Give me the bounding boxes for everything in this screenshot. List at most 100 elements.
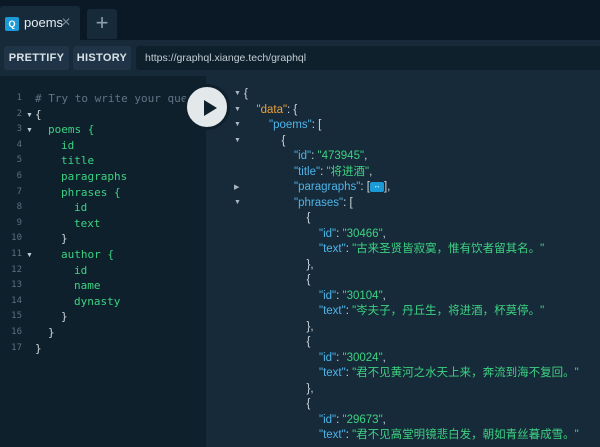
json-key: "text" xyxy=(319,429,346,441)
graphql-tab-icon: Q xyxy=(5,17,19,31)
query-line-text: id xyxy=(61,138,75,152)
expand-ellipsis-icon[interactable]: ↔ xyxy=(369,181,384,192)
fold-toggle-icon[interactable]: ▼ xyxy=(26,127,33,134)
json-punctuation: , xyxy=(382,289,386,302)
json-string: "30024" xyxy=(342,351,383,364)
query-line-text: id xyxy=(74,201,88,215)
toolbar: PRETTIFY HISTORY https://graphql.xiange.… xyxy=(0,40,600,76)
json-punctuation: , xyxy=(369,165,373,178)
result-line: "text": "岑夫子，丹丘生，将进酒，杯莫停。" xyxy=(319,303,544,319)
line-number: 8 xyxy=(16,202,22,213)
query-line-text: phrases { xyxy=(61,185,121,199)
query-line-text: } xyxy=(35,341,42,355)
json-punctuation: { xyxy=(306,398,311,410)
json-key: "id" xyxy=(319,413,337,426)
result-line: }, xyxy=(307,257,314,273)
json-string: "30104" xyxy=(342,289,383,302)
history-button[interactable]: HISTORY xyxy=(73,46,131,70)
json-key: "text" xyxy=(319,367,346,379)
endpoint-url-input[interactable]: https://graphql.xiange.tech/graphql xyxy=(136,46,600,70)
result-line: "id": "30104", xyxy=(319,288,386,304)
result-line: }, xyxy=(307,319,314,335)
line-number: 17 xyxy=(11,342,22,353)
json-key: "id" xyxy=(319,289,337,302)
json-punctuation: : { xyxy=(287,103,298,116)
result-line: "poems": [ xyxy=(269,117,321,133)
fold-toggle-icon[interactable]: ▼ xyxy=(26,112,33,119)
json-string: "君不见高堂明镜悲白发，朝如青丝暮成雪。" xyxy=(352,429,579,441)
result-line: "id": "30466", xyxy=(319,226,386,242)
query-line-text: } xyxy=(48,326,55,339)
json-punctuation: , xyxy=(364,150,368,162)
json-punctuation: : [ xyxy=(360,181,370,193)
json-string: "君不见黄河之水天上来，奔流到海不复回。" xyxy=(352,367,579,379)
prettify-button[interactable]: PRETTIFY xyxy=(4,46,69,70)
result-line: { xyxy=(307,272,311,288)
query-line-text: dynasty xyxy=(74,294,121,308)
json-punctuation: , xyxy=(382,351,386,364)
json-punctuation: ], xyxy=(383,181,391,193)
json-punctuation: }, xyxy=(306,382,314,395)
tab-label: poems xyxy=(24,15,64,30)
query-editor[interactable]: 1 # Try to write your que 2 ▼{3 ▼ poems {4 id 5… xyxy=(0,76,206,447)
result-line: "id": "473945", xyxy=(294,148,367,164)
query-line-text: } xyxy=(61,232,68,246)
query-line-text: id xyxy=(74,263,88,277)
query-line-text: text xyxy=(74,216,101,230)
json-punctuation: , xyxy=(382,227,386,240)
line-number: 10 xyxy=(11,233,22,244)
tab-bar: Q poems ✕ + xyxy=(0,0,600,40)
expand-icon[interactable]: ▶ xyxy=(234,183,239,191)
line-number: 9 xyxy=(16,217,22,228)
result-line: { xyxy=(307,334,311,350)
json-punctuation: { xyxy=(281,134,286,147)
add-tab-button[interactable]: + xyxy=(87,9,117,39)
result-line: "title": "将进酒", xyxy=(294,164,372,180)
result-line: { xyxy=(307,210,311,226)
result-line: "text": "君不见黄河之水天上来，奔流到海不复回。" xyxy=(319,365,579,381)
json-key: "id" xyxy=(319,227,337,240)
json-punctuation: : [ xyxy=(311,119,322,131)
line-number: 12 xyxy=(11,264,22,275)
json-key: "title" xyxy=(294,165,321,178)
json-key: "phrases" xyxy=(294,196,344,209)
collapse-icon[interactable]: ▼ xyxy=(234,137,241,144)
play-icon xyxy=(204,100,217,116)
line-number: 2 xyxy=(16,108,22,119)
json-string: "29673" xyxy=(342,413,383,426)
result-line: }, xyxy=(307,381,314,397)
query-line-text: poems { xyxy=(48,123,95,137)
result-line: "id": "30024", xyxy=(319,350,386,366)
line-number: 7 xyxy=(16,186,22,197)
collapse-icon[interactable]: ▼ xyxy=(234,121,241,128)
json-punctuation: }, xyxy=(306,320,314,333)
result-line: "data": { xyxy=(257,102,298,118)
query-line-text: { xyxy=(35,107,42,121)
json-string: "将进酒" xyxy=(326,165,370,178)
json-key: "poems" xyxy=(269,119,312,131)
json-key: "id" xyxy=(294,150,312,162)
fold-toggle-icon[interactable]: ▼ xyxy=(26,252,33,259)
json-key: "text" xyxy=(319,243,346,255)
query-line-text: name xyxy=(74,279,101,293)
result-line: "phrases": [ xyxy=(294,195,353,211)
result-line: "id": "29673", xyxy=(319,412,386,428)
json-string: "473945" xyxy=(317,150,365,162)
json-punctuation: { xyxy=(306,212,311,224)
query-line-text: author { xyxy=(61,248,114,261)
collapse-icon[interactable]: ▼ xyxy=(234,199,241,206)
query-line-text: # Try to write your que xyxy=(35,92,188,105)
query-line-text: title xyxy=(61,154,95,168)
line-number: 11 xyxy=(11,249,22,259)
line-number: 4 xyxy=(16,139,22,150)
result-line: "text": "君不见高堂明镜悲白发，朝如青丝暮成雪。" xyxy=(319,427,579,443)
collapse-icon[interactable]: ▼ xyxy=(234,90,241,97)
result-line: "text": "古来圣贤皆寂寞，惟有饮者留其名。" xyxy=(319,241,544,257)
json-key: "paragraphs" xyxy=(294,181,361,193)
line-number: 16 xyxy=(11,327,22,337)
execute-query-button[interactable] xyxy=(184,84,230,130)
close-tab-icon[interactable]: ✕ xyxy=(61,15,71,29)
collapse-icon[interactable]: ▼ xyxy=(234,106,241,113)
tab-poems[interactable]: Q poems ✕ xyxy=(0,6,80,40)
json-key: "text" xyxy=(319,305,346,317)
